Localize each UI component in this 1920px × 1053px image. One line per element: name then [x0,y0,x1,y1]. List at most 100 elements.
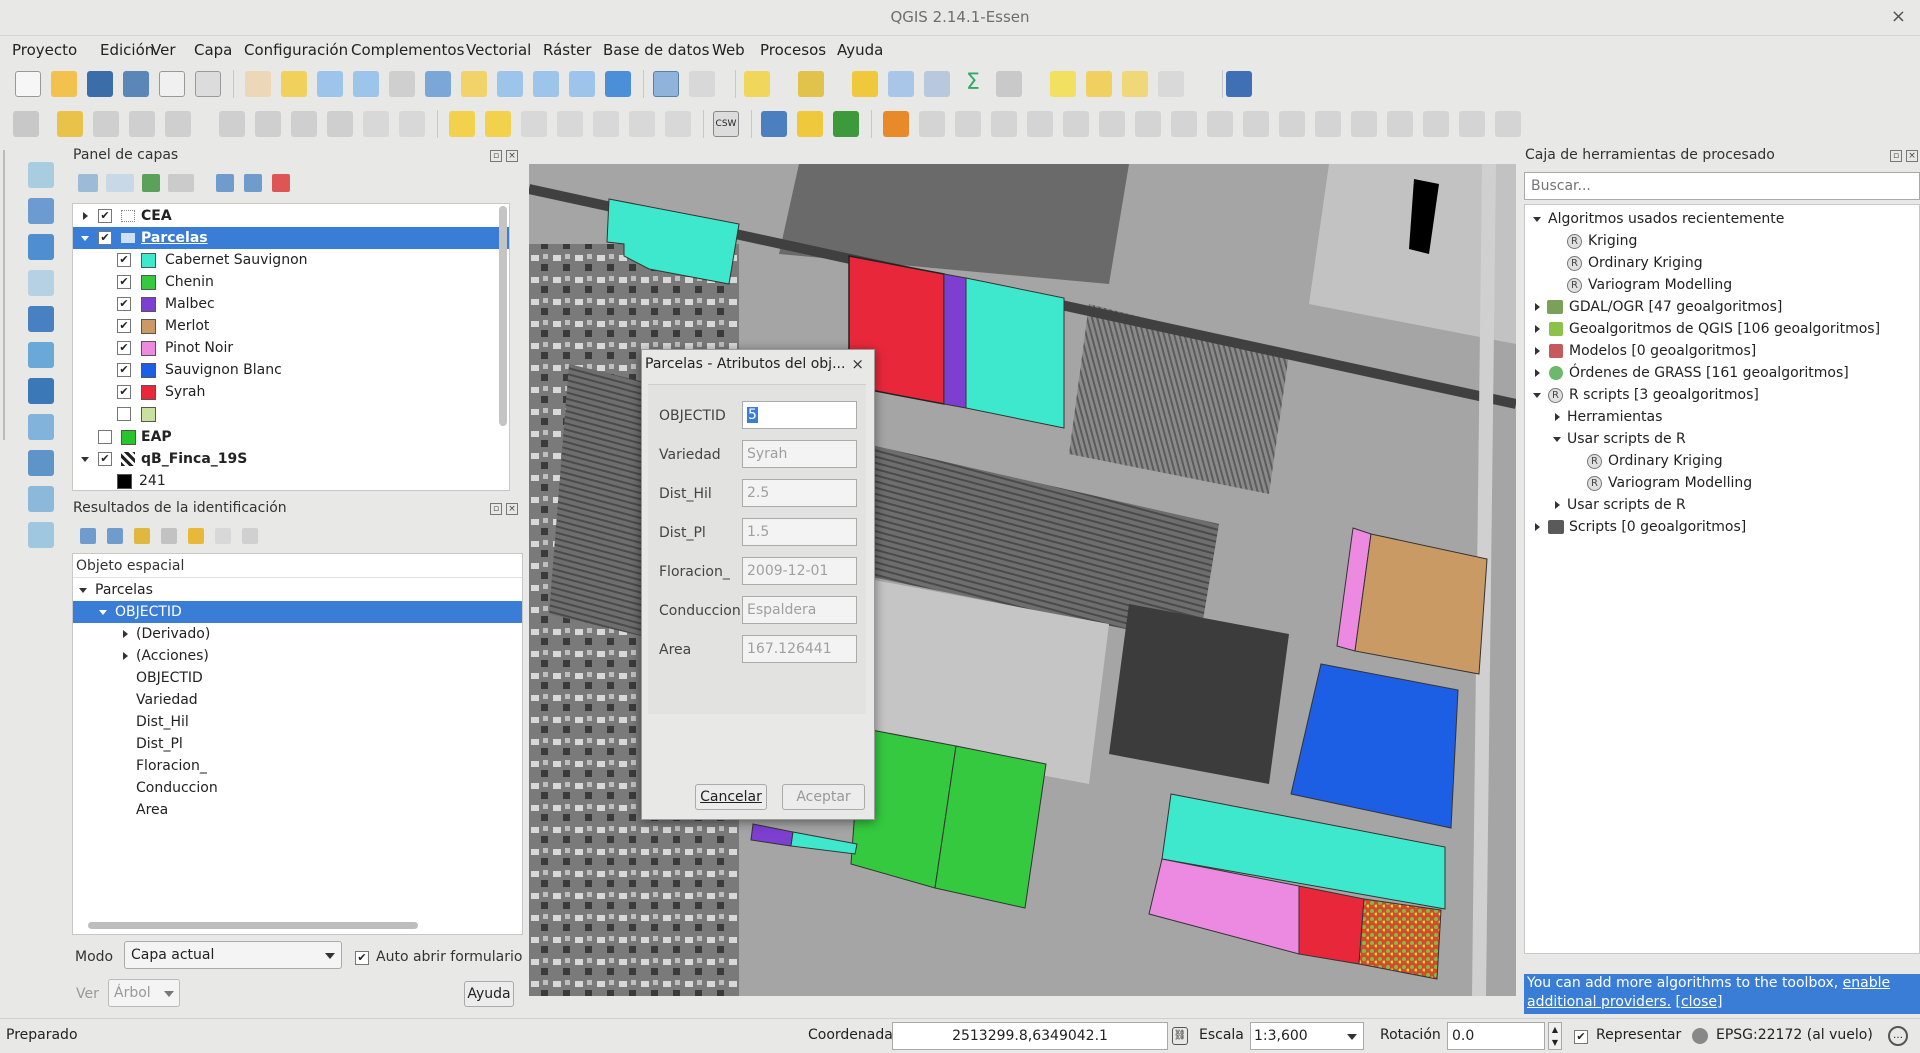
tree-recent[interactable]: Algoritmos usados recientemente [1525,208,1919,230]
legend-item[interactable]: ✔ Syrah [73,381,509,403]
cancel-button[interactable]: Cancelar [695,784,767,810]
add-postgis-icon[interactable] [28,234,54,260]
add-feature-icon[interactable] [129,111,155,137]
scissors-icon[interactable] [327,111,353,137]
cut-features-icon[interactable] [291,111,317,137]
add-virtual-layer-icon[interactable] [28,486,54,512]
legend-item[interactable]: ✔ Cabernet Sauvignon [73,249,509,271]
tree-provider-gdal[interactable]: GDAL/OGR [47 geoalgoritmos] [1525,296,1919,318]
manage-visibility-icon[interactable] [106,174,134,192]
identify-derived-row[interactable]: (Derivado) [73,623,522,645]
expand-arrow-icon[interactable] [83,212,88,220]
identify-actions-row[interactable]: (Acciones) [73,645,522,667]
parcel-cabernet[interactable] [965,277,1065,429]
show-bookmarks-icon[interactable] [1122,71,1148,97]
add-ring-icon[interactable] [1063,111,1089,137]
copy-features-icon[interactable] [363,111,389,137]
legend-item[interactable] [73,403,509,425]
label-style-icon[interactable] [485,111,511,137]
collapse-arrow-icon[interactable] [81,457,89,462]
rotation-input[interactable]: 0.0 [1447,1022,1545,1050]
node-tool-icon[interactable] [219,111,245,137]
tree-algorithm[interactable]: R Ordinary Kriging [1525,252,1919,274]
identify-feature-row[interactable]: OBJECTID [73,601,522,623]
field-dist-pl-input[interactable]: 1.5 [742,518,857,546]
add-spatialite-icon[interactable] [28,270,54,296]
panel-float-icon[interactable]: ▫ [1890,150,1902,162]
menu-capa[interactable]: Capa [194,41,232,59]
zoom-next-icon[interactable] [569,71,595,97]
layer-eap[interactable]: EAP [73,426,509,448]
collapse-all-icon[interactable] [244,174,262,192]
identify-field[interactable]: Area [136,799,168,821]
collapse-arrow-icon[interactable] [99,610,107,615]
save-project-icon[interactable] [87,71,113,97]
legend-item[interactable]: ✔ Pinot Noir [73,337,509,359]
identify-icon[interactable] [653,71,679,97]
rotate-label-icon[interactable] [629,111,655,137]
collapse-arrow-icon[interactable] [81,236,89,241]
scale-input[interactable]: 1:3,600 [1250,1022,1364,1050]
add-delimited-text-icon[interactable] [28,450,54,476]
tree-provider-qgis[interactable]: Geoalgoritmos de QGIS [106 geoalgoritmos… [1525,318,1919,340]
remove-layer-icon[interactable] [272,174,290,192]
tree-provider-grass[interactable]: Órdenes de GRASS [161 geoalgoritmos] [1525,362,1919,384]
expand-arrow-icon[interactable] [123,630,128,638]
add-mssql-icon[interactable] [28,306,54,332]
dialog-close-icon[interactable]: × [851,355,864,373]
field-dist-hil-input[interactable]: 2.5 [742,479,857,507]
pan-hand-icon[interactable] [245,71,271,97]
identify-field[interactable]: Dist_Pl [136,733,183,755]
zoom-to-layer-icon[interactable] [497,71,523,97]
expand-icon[interactable] [80,528,96,544]
map-tips-icon[interactable] [1050,71,1076,97]
tree-group-herramientas[interactable]: Herramientas [1525,406,1919,428]
open-form-icon[interactable] [188,528,204,544]
identify-field[interactable]: Floracion_ [136,755,207,777]
tree-algorithm[interactable]: R Ordinary Kriging [1525,450,1919,472]
menu-web[interactable]: Web [712,41,745,59]
identify-hscrollbar[interactable] [88,922,418,929]
toggle-editing-icon[interactable] [57,111,83,137]
run-feature-action-icon[interactable] [689,71,715,97]
composer-manager-icon[interactable] [195,71,221,97]
save-edits-icon[interactable] [93,111,119,137]
zoom-full-icon[interactable] [425,71,451,97]
tree-provider-scripts[interactable]: Scripts [0 geoalgoritmos] [1525,516,1919,538]
redo-icon[interactable] [991,111,1017,137]
identify-field[interactable]: Conduccion [136,777,218,799]
field-conduccion-input[interactable]: Espaldera [742,596,857,624]
offset-curve-icon[interactable] [1279,111,1305,137]
collapse-arrow-icon[interactable] [1553,437,1561,442]
layer-qb-finca[interactable]: ✔ qB_Finca_19S [73,448,509,470]
mode-select[interactable]: Capa actual [124,941,342,969]
add-part-icon[interactable] [1099,111,1125,137]
toggle-extents-icon[interactable]: ⛓ [1172,1027,1188,1045]
add-wcs-icon[interactable] [28,378,54,404]
select-features-icon[interactable] [744,71,770,97]
coordinate-input[interactable]: 2513299.8,6349042.1 [892,1022,1168,1050]
zoom-last-icon[interactable] [533,71,559,97]
panel-float-icon[interactable]: ▫ [490,150,502,162]
menu-vectorial[interactable]: Vectorial [466,41,531,59]
rotation-spinner[interactable]: ▲ ▼ [1548,1022,1562,1050]
collapse-icon[interactable] [107,528,123,544]
layer-checkbox[interactable]: ✔ [98,231,112,245]
fill-ring-icon[interactable] [1135,111,1161,137]
parcel-merlot[interactable] [1354,533,1488,675]
filter-legend-icon[interactable] [142,174,160,192]
tree-group-usar-scripts[interactable]: Usar scripts de R [1525,428,1919,450]
tree-algorithm[interactable]: R Kriging [1525,230,1919,252]
rotate-point-icon[interactable] [1459,111,1485,137]
layer-parcelas[interactable]: ✔ Parcelas [73,227,509,249]
legend-checkbox[interactable]: ✔ [117,363,131,377]
split-parts-icon[interactable] [1351,111,1377,137]
field-area-input[interactable]: 167.126441 [742,635,857,663]
legend-checkbox[interactable]: ✔ [117,253,131,267]
help-button[interactable]: Ayuda [464,981,514,1007]
field-variedad-input[interactable]: Syrah [742,440,857,468]
processing-search-input[interactable] [1524,172,1920,200]
advanced-digitize-icon[interactable] [883,111,909,137]
add-wfs-icon[interactable] [28,414,54,440]
parcel-malbec[interactable] [943,273,967,409]
